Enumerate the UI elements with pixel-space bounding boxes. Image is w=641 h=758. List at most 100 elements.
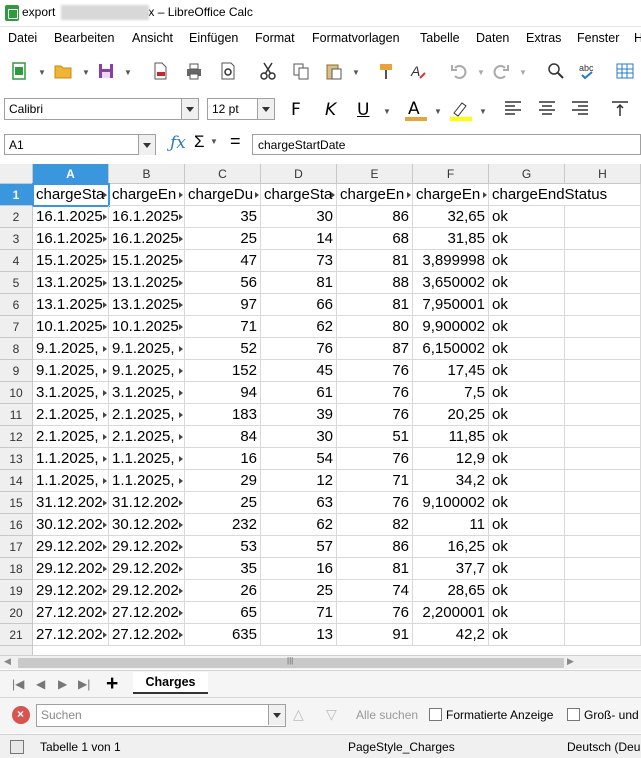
cell-g4[interactable]: ok xyxy=(489,250,565,272)
cell-g10[interactable]: ok xyxy=(489,382,565,404)
cell-a21[interactable]: 27.12.202 xyxy=(33,624,109,646)
font-size-box[interactable]: 12 pt xyxy=(207,98,275,120)
cell-e15[interactable]: 76 xyxy=(337,492,413,514)
cell-g8[interactable]: ok xyxy=(489,338,565,360)
column-header-d[interactable]: D xyxy=(261,164,337,184)
column-header-h[interactable]: H xyxy=(565,164,641,184)
cell-f8[interactable]: 6,150002 xyxy=(413,338,489,360)
cell-a11[interactable]: 2.1.2025, xyxy=(33,404,109,426)
cell-c9[interactable]: 152 xyxy=(185,360,261,382)
cell-g5[interactable]: ok xyxy=(489,272,565,294)
scroll-left-icon[interactable]: ◀ xyxy=(4,656,11,667)
menu-hilfe[interactable]: H xyxy=(634,31,641,45)
cell-d19[interactable]: 25 xyxy=(261,580,337,602)
row-header[interactable]: 21 xyxy=(0,624,33,646)
column-header-b[interactable]: B xyxy=(109,164,185,184)
cell-d7[interactable]: 62 xyxy=(261,316,337,338)
spreadsheet-grid[interactable]: A B C D E F G H 1 chargeSta chargeEn chargeDu charge… xyxy=(0,164,641,655)
column-header-g[interactable]: G xyxy=(489,164,565,184)
cell-a12[interactable]: 2.1.2025, xyxy=(33,426,109,448)
cell-f1[interactable]: chargeEn xyxy=(413,184,489,206)
cell-h11[interactable] xyxy=(565,404,641,426)
cell-b8[interactable]: 9.1.2025, xyxy=(109,338,185,360)
cell-b21[interactable]: 27.12.202 xyxy=(109,624,185,646)
underline-button[interactable]: U xyxy=(357,99,369,121)
cell-b7[interactable]: 10.1.2025 xyxy=(109,316,185,338)
italic-button[interactable]: K xyxy=(325,99,336,121)
cell-d9[interactable]: 45 xyxy=(261,360,337,382)
cell-b14[interactable]: 1.1.2025, xyxy=(109,470,185,492)
cell-d13[interactable]: 54 xyxy=(261,448,337,470)
sheet-tab-charges[interactable]: Charges xyxy=(133,672,208,694)
save-icon[interactable] xyxy=(94,59,118,83)
row-header[interactable]: 18 xyxy=(0,558,33,580)
cell-b4[interactable]: 15.1.2025 xyxy=(109,250,185,272)
find-replace-icon[interactable] xyxy=(544,59,568,83)
cell-d11[interactable]: 39 xyxy=(261,404,337,426)
cut-icon[interactable] xyxy=(256,59,280,83)
row-header[interactable]: 11 xyxy=(0,404,33,426)
cell-g14[interactable]: ok xyxy=(489,470,565,492)
row-header[interactable]: 17 xyxy=(0,536,33,558)
chevron-down-icon[interactable]: ▼ xyxy=(210,137,218,146)
cell-f4[interactable]: 3,899998 xyxy=(413,250,489,272)
cell-f3[interactable]: 31,85 xyxy=(413,228,489,250)
menu-fenster[interactable]: Fenster xyxy=(577,31,619,45)
row-header[interactable]: 2 xyxy=(0,206,33,228)
first-sheet-icon[interactable]: |◀ xyxy=(12,677,24,691)
cell-e12[interactable]: 51 xyxy=(337,426,413,448)
undo-icon[interactable] xyxy=(447,59,471,83)
redo-icon[interactable] xyxy=(489,59,513,83)
cell-a8[interactable]: 9.1.2025, xyxy=(33,338,109,360)
cell-d10[interactable]: 61 xyxy=(261,382,337,404)
cell-h13[interactable] xyxy=(565,448,641,470)
cell-f18[interactable]: 37,7 xyxy=(413,558,489,580)
cell-a13[interactable]: 1.1.2025, xyxy=(33,448,109,470)
cell-h18[interactable] xyxy=(565,558,641,580)
cell-h7[interactable] xyxy=(565,316,641,338)
cell-a17[interactable]: 29.12.202 xyxy=(33,536,109,558)
cell-b3[interactable]: 16.1.2025 xyxy=(109,228,185,250)
highlight-color-icon[interactable] xyxy=(448,99,474,121)
cell-d2[interactable]: 30 xyxy=(261,206,337,228)
cell-c17[interactable]: 53 xyxy=(185,536,261,558)
cell-c10[interactable]: 94 xyxy=(185,382,261,404)
column-header-c[interactable]: C xyxy=(185,164,261,184)
cell-g18[interactable]: ok xyxy=(489,558,565,580)
chevron-down-icon[interactable] xyxy=(181,99,198,119)
cell-d14[interactable]: 12 xyxy=(261,470,337,492)
cell-h10[interactable] xyxy=(565,382,641,404)
cell-g17[interactable]: ok xyxy=(489,536,565,558)
cell-f10[interactable]: 7,5 xyxy=(413,382,489,404)
menu-tabelle[interactable]: Tabelle xyxy=(420,31,460,45)
cell-b16[interactable]: 30.12.202 xyxy=(109,514,185,536)
new-icon[interactable] xyxy=(7,59,31,83)
cell-g7[interactable]: ok xyxy=(489,316,565,338)
chevron-down-icon[interactable] xyxy=(257,99,274,119)
cell-h20[interactable] xyxy=(565,602,641,624)
cell-h15[interactable] xyxy=(565,492,641,514)
cell-a18[interactable]: 29.12.202 xyxy=(33,558,109,580)
menu-ansicht[interactable]: Ansicht xyxy=(132,31,173,45)
cell-c18[interactable]: 35 xyxy=(185,558,261,580)
cell-a15[interactable]: 31.12.202 xyxy=(33,492,109,514)
cell-a9[interactable]: 9.1.2025, xyxy=(33,360,109,382)
align-left-icon[interactable] xyxy=(503,100,523,118)
cell-h21[interactable] xyxy=(565,624,641,646)
open-folder-icon[interactable] xyxy=(51,59,75,83)
find-all-button[interactable]: Alle suchen xyxy=(356,708,418,722)
cell-f15[interactable]: 9,100002 xyxy=(413,492,489,514)
cell-b19[interactable]: 29.12.202 xyxy=(109,580,185,602)
cell-c14[interactable]: 29 xyxy=(185,470,261,492)
sum-icon[interactable]: Σ xyxy=(194,132,205,152)
cell-c15[interactable]: 25 xyxy=(185,492,261,514)
cell-d17[interactable]: 57 xyxy=(261,536,337,558)
cell-e3[interactable]: 68 xyxy=(337,228,413,250)
cell-e17[interactable]: 86 xyxy=(337,536,413,558)
cell-e10[interactable]: 76 xyxy=(337,382,413,404)
page-style[interactable]: PageStyle_Charges xyxy=(348,740,455,754)
cell-c20[interactable]: 65 xyxy=(185,602,261,624)
cell-f17[interactable]: 16,25 xyxy=(413,536,489,558)
cell-a14[interactable]: 1.1.2025, xyxy=(33,470,109,492)
cell-e21[interactable]: 91 xyxy=(337,624,413,646)
